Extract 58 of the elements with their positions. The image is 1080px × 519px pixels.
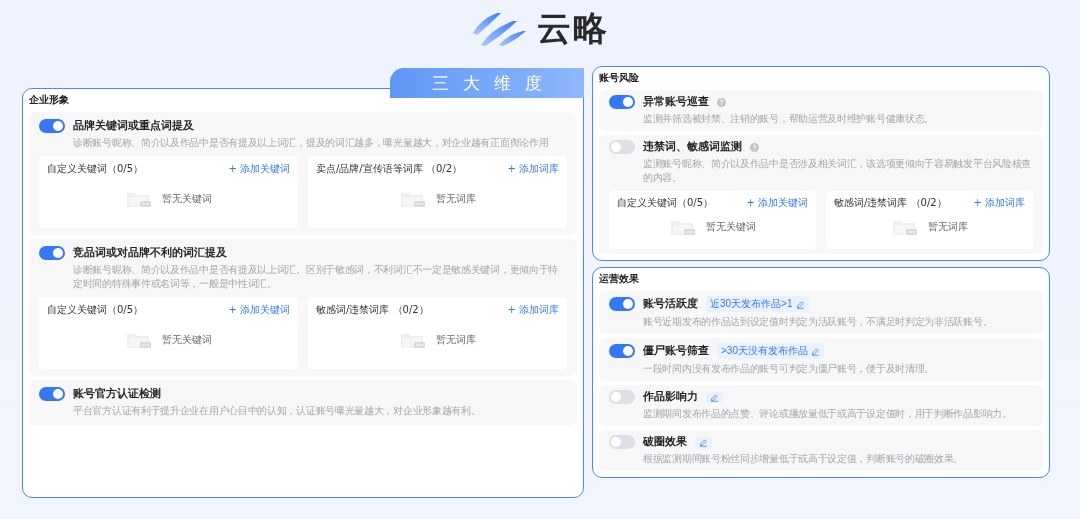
library-title: 敏感词/违禁词库 （0/2） (316, 303, 429, 317)
setting-title: 作品影响力 (643, 390, 698, 404)
folder-icon (125, 190, 152, 208)
setting-description: 根据监测期间账号粉丝同步增量低于或高于设定值，判断账号的破圈效果。 (642, 452, 965, 466)
setting-description: 诊断账号昵称、简介以及作品中是否有提及以上词汇，提及的词汇越多，曝光量越大，对企业越有正面舆论作用 (72, 136, 550, 150)
add-link[interactable]: + 添加词库 (507, 162, 559, 176)
toggle-switch[interactable] (609, 344, 635, 358)
add-link[interactable]: + 添加关键词 (746, 196, 808, 210)
setting-title: 异常账号巡查 (643, 95, 709, 109)
empty-text: 暂无关键词 (161, 192, 212, 206)
library-title: 自定义关键词（0/5） (617, 196, 714, 210)
library-title: 自定义关键词（0/5） (47, 303, 144, 317)
empty-text: 暂无词库 (435, 192, 476, 206)
setting-description: 监测账号昵称、简介以及作品中是否涉及相关词汇，该选项更倾向于容易触发平台风险核查的内容。 (642, 157, 1032, 185)
add-link[interactable]: + 添加词库 (973, 196, 1025, 210)
folder-icon (399, 190, 426, 208)
setting-title: 破圈效果 (643, 435, 687, 449)
toggle-switch[interactable] (609, 297, 635, 311)
brand-name: 云略 (537, 7, 609, 50)
library-title: 自定义关键词（0/5） (47, 162, 144, 176)
toggle-switch[interactable] (39, 387, 65, 401)
add-link[interactable]: + 添加关键词 (228, 303, 290, 317)
section-title: 企业形象 (29, 93, 70, 107)
setting-title: 僵尸账号筛查 (643, 344, 709, 358)
condition-tag[interactable] (695, 436, 712, 448)
condition-tag[interactable]: 近30天发布作品>1 (706, 296, 809, 312)
setting-title: 竞品词或对品牌不利的词汇提及 (73, 246, 227, 260)
add-link[interactable]: + 添加词库 (507, 303, 559, 317)
folder-icon (399, 331, 426, 349)
empty-text: 暂无词库 (435, 333, 476, 347)
empty-text: 暂无关键词 (161, 333, 212, 347)
condition-tag[interactable]: >30天没有发布作品 (717, 343, 824, 359)
section-title: 账号风险 (599, 71, 640, 85)
setting-title: 账号活跃度 (643, 297, 698, 311)
library-title: 敏感词/违禁词库 （0/2） (834, 196, 947, 210)
setting-title: 品牌关键词或重点词提及 (73, 119, 194, 133)
toggle-switch[interactable] (609, 95, 635, 109)
empty-text: 暂无关键词 (705, 220, 756, 234)
folder-icon (669, 218, 696, 236)
toggle-switch[interactable] (609, 390, 635, 404)
setting-description: 平台官方认证有利于提升企业在用户心目中的认知，认证账号曝光量越大，对企业形象越有利。 (72, 404, 482, 418)
setting-description: 监测期间发布作品的点赞、评论或播放量低于或高于设定值时，用于判断作品影响力。 (642, 407, 1013, 421)
setting-description: 监测并筛选被封禁、注销的账号，帮助运营及时维护账号健康状态。 (642, 112, 935, 126)
folder-icon (891, 218, 918, 236)
toggle-switch[interactable] (609, 140, 635, 154)
toggle-switch[interactable] (39, 246, 65, 260)
toggle-switch[interactable] (609, 435, 635, 449)
setting-title: 账号官方认证检测 (73, 387, 161, 401)
toggle-switch[interactable] (39, 119, 65, 133)
library-title: 卖点/品牌/宣传语等词库 （0/2） (316, 162, 462, 176)
folder-icon (125, 331, 152, 349)
condition-tag[interactable] (706, 391, 723, 403)
empty-text: 暂无词库 (927, 220, 968, 234)
setting-title: 违禁词、敏感词监测 (643, 140, 742, 154)
section-title: 运营效果 (599, 272, 640, 286)
logo-icon (471, 11, 527, 47)
add-link[interactable]: + 添加关键词 (228, 162, 290, 176)
setting-description: 账号近期发布的作品达到设定值时判定为活跃账号，不满足时判定为非活跃账号。 (642, 315, 994, 329)
